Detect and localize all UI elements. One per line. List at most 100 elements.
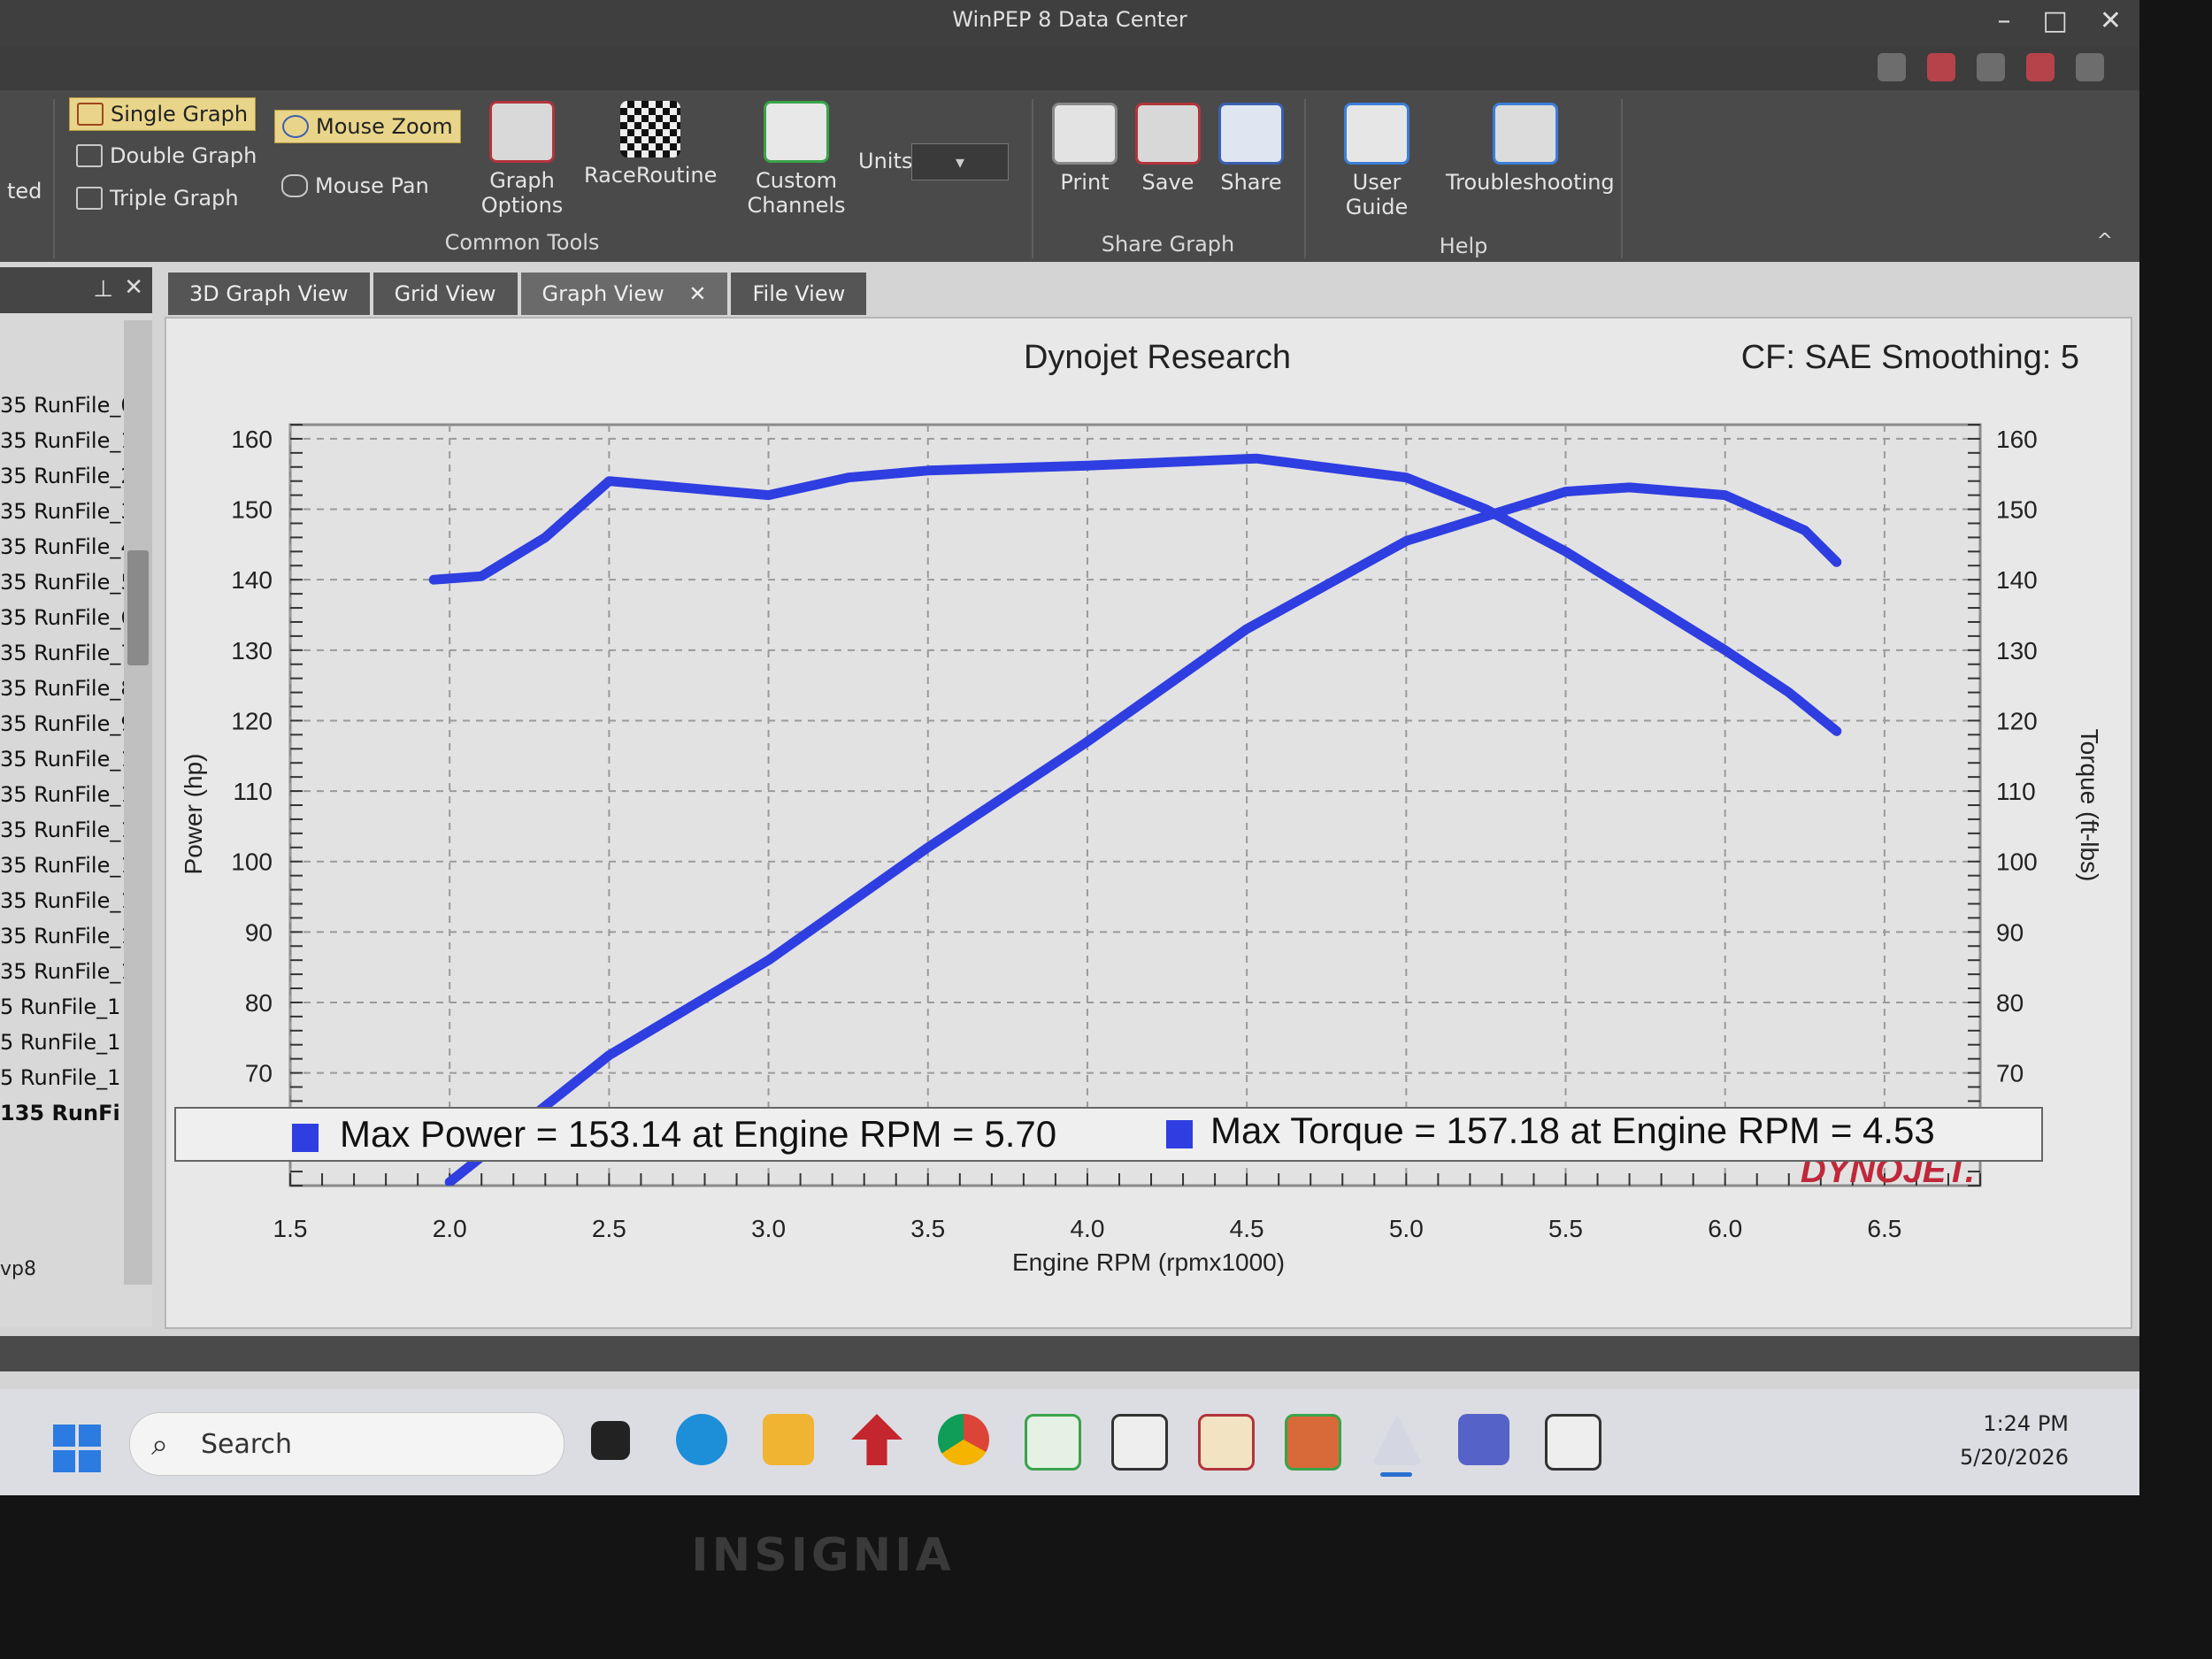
- pin-icon[interactable]: ⊥: [93, 276, 113, 303]
- bug-icon[interactable]: [1878, 53, 1906, 81]
- units-dropdown[interactable]: ▾: [911, 143, 1009, 180]
- support-icon[interactable]: [1977, 53, 2005, 81]
- chrome-icon[interactable]: [938, 1414, 989, 1465]
- left-tick-label: 90: [245, 918, 273, 946]
- graph-options-icon: [489, 101, 555, 163]
- triple-graph-button[interactable]: Triple Graph: [69, 182, 246, 214]
- tab-graph-view[interactable]: Graph View ✕: [520, 273, 728, 315]
- x-tick-label: 5.5: [1548, 1215, 1583, 1242]
- x-tick-label: 3.5: [910, 1215, 945, 1242]
- teams-icon[interactable]: [1458, 1414, 1509, 1465]
- red-arrow-icon[interactable]: [851, 1414, 902, 1465]
- system-clock[interactable]: 1:24 PM 5/20/2026: [1960, 1407, 2069, 1474]
- run-file-list: 35 RunFile_0 35 RunFile_1 35 RunFile_2 3…: [0, 393, 124, 1136]
- list-item[interactable]: 35 RunFile_5: [0, 570, 124, 605]
- right-tick-label: 160: [1996, 426, 2038, 453]
- title-bar: WinPEP 8 Data Center – □ ✕: [0, 0, 2139, 46]
- list-item[interactable]: 35 RunFile_1: [0, 888, 124, 924]
- windows-start-icon[interactable]: [53, 1425, 101, 1472]
- minimize-button[interactable]: –: [1998, 5, 2011, 36]
- mt-bt-2-icon[interactable]: [1545, 1414, 1601, 1471]
- chart-title: Dynojet Research: [1024, 339, 1291, 376]
- close-button[interactable]: ✕: [2100, 5, 2122, 36]
- print-button[interactable]: Print: [1049, 103, 1120, 195]
- list-item[interactable]: 35 RunFile_2: [0, 464, 124, 499]
- right-axis-label: Torque (ft-lbs): [2076, 729, 2103, 882]
- magnifier-icon: [282, 115, 309, 138]
- triple-graph-label: Triple Graph: [110, 186, 239, 211]
- double-graph-button[interactable]: Double Graph: [69, 140, 264, 172]
- graph-options-button[interactable]: Graph Options: [478, 101, 566, 218]
- right-tick-label: 140: [1996, 566, 2038, 594]
- link-tool-icon[interactable]: [1025, 1414, 1081, 1471]
- race-routine-label: RaceRoutine: [584, 163, 718, 188]
- winpep-icon[interactable]: [2076, 53, 2104, 81]
- list-item[interactable]: 5 RunFile_1: [0, 995, 124, 1030]
- list-item[interactable]: 35 RunFile_9: [0, 711, 124, 747]
- list-item[interactable]: 35 RunFile_8: [0, 676, 124, 711]
- left-tick-label: 140: [231, 566, 273, 594]
- maximize-button[interactable]: □: [2043, 5, 2068, 36]
- share-graph-group-label: Share Graph: [1101, 232, 1235, 257]
- save-button[interactable]: Save: [1133, 103, 1203, 195]
- tab-3d-graph-view[interactable]: 3D Graph View: [168, 273, 370, 315]
- panel-scrollbar[interactable]: [124, 320, 152, 1285]
- user-guide-label: User Guide: [1345, 170, 1409, 219]
- single-graph-label: Single Graph: [111, 102, 249, 127]
- help-group-label: Help: [1439, 234, 1488, 258]
- pdf-icon[interactable]: [1927, 53, 1955, 81]
- scrollbar-thumb[interactable]: [127, 550, 149, 665]
- tab-close-icon[interactable]: ✕: [688, 281, 706, 306]
- mouse-pan-button[interactable]: Mouse Pan: [274, 170, 436, 202]
- list-item[interactable]: 5 RunFile_1: [0, 1030, 124, 1065]
- file-explorer-icon[interactable]: [763, 1414, 814, 1465]
- single-graph-icon: [77, 103, 104, 126]
- list-item[interactable]: 35 RunFile_1: [0, 428, 124, 464]
- list-item[interactable]: 35 RunFile_1: [0, 747, 124, 782]
- panel-close-icon[interactable]: ✕: [124, 274, 143, 301]
- list-item[interactable]: 5 RunFile_1: [0, 1065, 124, 1101]
- list-item[interactable]: 35 RunFile_1: [0, 818, 124, 853]
- share-icon: [1218, 103, 1284, 165]
- list-item[interactable]: 35 RunFile_1: [0, 782, 124, 818]
- list-item[interactable]: 35 RunFile_0: [0, 393, 124, 428]
- list-item[interactable]: 35 RunFile_1: [0, 853, 124, 888]
- selected-list-item[interactable]: 135 RunFi: [0, 1101, 124, 1136]
- taskbar-search-input[interactable]: ⌕ Search: [129, 1412, 565, 1476]
- troubleshooting-button[interactable]: Troubleshooting: [1446, 103, 1615, 195]
- collapse-ribbon-icon[interactable]: ^: [2097, 230, 2113, 252]
- mt-bt-icon[interactable]: [1111, 1414, 1168, 1471]
- share-label: Share: [1220, 170, 1282, 195]
- screen: WinPEP 8 Data Center – □ ✕ ted Single Gr…: [0, 0, 2139, 1495]
- single-graph-button[interactable]: Single Graph: [69, 97, 257, 131]
- list-item[interactable]: 35 RunFile_1: [0, 959, 124, 995]
- dyno-chart[interactable]: Dynojet Research CF: SAE Smoothing: 5 1.…: [166, 319, 2131, 1327]
- user-guide-button[interactable]: User Guide: [1324, 103, 1430, 219]
- settings-icon[interactable]: [2026, 53, 2055, 81]
- vt-bt-icon[interactable]: [1285, 1414, 1341, 1471]
- x-tick-label: 6.5: [1867, 1215, 1901, 1242]
- race-routine-button[interactable]: RaceRoutine: [584, 101, 717, 188]
- mouse-zoom-label: Mouse Zoom: [316, 114, 453, 139]
- list-item[interactable]: 35 RunFile_6: [0, 605, 124, 641]
- share-button[interactable]: Share: [1216, 103, 1286, 195]
- mouse-zoom-button[interactable]: Mouse Zoom: [274, 110, 461, 143]
- mouse-pan-label: Mouse Pan: [315, 173, 429, 198]
- list-item[interactable]: 35 RunFile_1: [0, 924, 124, 959]
- double-graph-label: Double Graph: [110, 143, 257, 168]
- right-tick-label: 80: [1996, 989, 2024, 1017]
- list-item[interactable]: 35 RunFile_3: [0, 499, 124, 534]
- task-view-icon[interactable]: [591, 1421, 630, 1460]
- tab-grid-view[interactable]: Grid View: [373, 273, 518, 315]
- list-item[interactable]: 35 RunFile_4: [0, 534, 124, 570]
- ribbon-cut-label: ted: [7, 179, 42, 204]
- search-placeholder: Search: [201, 1429, 293, 1460]
- dm-bt-icon[interactable]: [1198, 1414, 1255, 1471]
- edge-icon[interactable]: [676, 1414, 727, 1465]
- left-tick-label: 160: [231, 426, 273, 453]
- winpep-taskbar-icon[interactable]: [1371, 1414, 1423, 1465]
- tab-file-view[interactable]: File View: [731, 273, 867, 315]
- custom-channels-button[interactable]: Custom Channels: [741, 101, 851, 218]
- list-item[interactable]: 35 RunFile_7: [0, 641, 124, 676]
- right-tick-label: 90: [1996, 918, 2024, 946]
